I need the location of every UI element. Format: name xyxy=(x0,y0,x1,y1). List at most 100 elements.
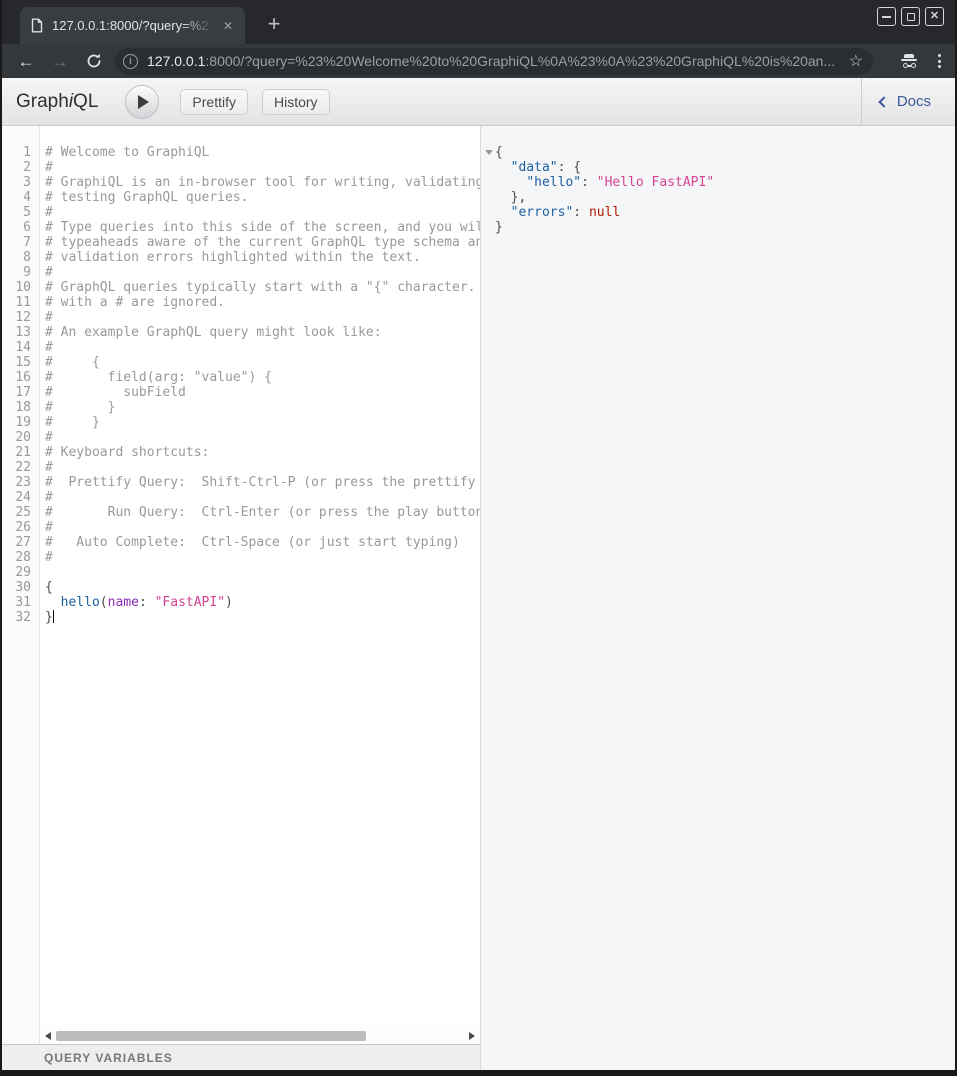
editor-line: # xyxy=(45,310,480,325)
editor-line: { xyxy=(45,580,480,595)
editor-line: # xyxy=(45,520,480,535)
tab-title: 127.0.0.1:8000/?query=%2 xyxy=(52,18,219,33)
line-number: 29 xyxy=(2,565,31,580)
line-number: 25 xyxy=(2,505,31,520)
editor-line: # validation errors highlighted within t… xyxy=(45,250,480,265)
line-number: 17 xyxy=(2,385,31,400)
editor-line: # GraphiQL is an in-browser tool for wri… xyxy=(45,175,480,190)
prettify-button[interactable]: Prettify xyxy=(180,89,248,115)
line-number: 10 xyxy=(2,280,31,295)
docs-button[interactable]: Docs xyxy=(861,78,955,125)
line-number: 27 xyxy=(2,535,31,550)
graphiql-toolbar: GraphiQL Prettify History Docs xyxy=(2,78,955,126)
line-number: 4 xyxy=(2,190,31,205)
line-number: 24 xyxy=(2,490,31,505)
browser-tab[interactable]: 127.0.0.1:8000/?query=%2 ✕ xyxy=(20,7,245,44)
menu-button[interactable] xyxy=(936,52,943,70)
horizontal-scrollbar[interactable] xyxy=(41,1028,479,1044)
editor-line: # xyxy=(45,490,480,505)
line-number: 15 xyxy=(2,355,31,370)
url-path: :8000/?query=%23%20Welcome%20to%20Graphi… xyxy=(205,53,835,69)
scroll-right-arrow-icon[interactable] xyxy=(469,1032,475,1040)
browser-navbar: ← → i 127.0.0.1:8000/?query=%23%20Welcom… xyxy=(2,44,955,78)
incognito-icon xyxy=(899,54,919,69)
forward-button[interactable]: → xyxy=(51,52,69,70)
result-line: }, xyxy=(495,190,955,205)
line-number: 16 xyxy=(2,370,31,385)
editor-line: # Prettify Query: Shift-Ctrl-P (or press… xyxy=(45,475,480,490)
address-bar[interactable]: i 127.0.0.1:8000/?query=%23%20Welcome%20… xyxy=(115,48,873,75)
editor-line: # xyxy=(45,430,480,445)
result-line: "data": { xyxy=(495,160,955,175)
line-number: 7 xyxy=(2,235,31,250)
line-number: 28 xyxy=(2,550,31,565)
line-number: 32 xyxy=(2,610,31,625)
editor-line: # testing GraphQL queries. xyxy=(45,190,480,205)
main-area: 1234567891011121314151617181920212223242… xyxy=(2,126,955,1070)
close-icon: ✕ xyxy=(930,11,939,22)
editor-line xyxy=(45,565,480,580)
editor-line: # subField xyxy=(45,385,480,400)
editor-line: # field(arg: "value") { xyxy=(45,370,480,385)
result-line: "hello": "Hello FastAPI" xyxy=(495,175,955,190)
line-number: 3 xyxy=(2,175,31,190)
close-button[interactable]: ✕ xyxy=(925,7,944,26)
maximize-icon xyxy=(907,13,915,21)
new-tab-button[interactable]: + xyxy=(259,9,289,39)
editor-line: # { xyxy=(45,355,480,370)
line-number: 21 xyxy=(2,445,31,460)
tab-strip: 127.0.0.1:8000/?query=%2 ✕ + ✕ xyxy=(2,0,955,44)
editor-line: # typeaheads aware of the current GraphQ… xyxy=(45,235,480,250)
line-number: 22 xyxy=(2,460,31,475)
page-favicon-icon xyxy=(31,18,43,33)
editor-line: # xyxy=(45,265,480,280)
scroll-left-arrow-icon[interactable] xyxy=(45,1032,51,1040)
reload-button[interactable] xyxy=(85,52,103,70)
line-gutter: 1234567891011121314151617181920212223242… xyxy=(2,126,40,1044)
minimize-button[interactable] xyxy=(877,7,896,26)
editor-line: # Keyboard shortcuts: xyxy=(45,445,480,460)
line-number: 2 xyxy=(2,160,31,175)
back-button[interactable]: ← xyxy=(17,52,35,70)
result-line: } xyxy=(495,220,955,235)
editor-line: # Auto Complete: Ctrl-Space (or just sta… xyxy=(45,535,480,550)
chevron-left-icon xyxy=(878,96,889,107)
history-button[interactable]: History xyxy=(262,89,330,115)
info-icon[interactable]: i xyxy=(123,54,138,69)
result-line: "errors": null xyxy=(495,205,955,220)
maximize-button[interactable] xyxy=(901,7,920,26)
play-icon xyxy=(138,95,149,109)
line-number: 9 xyxy=(2,265,31,280)
line-number: 14 xyxy=(2,340,31,355)
line-number: 20 xyxy=(2,430,31,445)
result-viewer: { "data": { "hello": "Hello FastAPI" }, … xyxy=(480,126,955,1070)
editor-line: # Type queries into this side of the scr… xyxy=(45,220,480,235)
fold-arrow-icon[interactable] xyxy=(485,150,493,155)
minimize-icon xyxy=(882,16,891,18)
editor-line: # xyxy=(45,205,480,220)
line-number: 31 xyxy=(2,595,31,610)
line-number: 23 xyxy=(2,475,31,490)
bookmark-star-icon[interactable]: ☆ xyxy=(849,51,863,71)
line-number: 12 xyxy=(2,310,31,325)
line-number: 30 xyxy=(2,580,31,595)
query-variables-bar[interactable]: QUERY VARIABLES xyxy=(2,1044,480,1070)
line-number: 26 xyxy=(2,520,31,535)
execute-query-button[interactable] xyxy=(125,85,159,119)
editor-line: # xyxy=(45,340,480,355)
query-editor-pane: 1234567891011121314151617181920212223242… xyxy=(2,126,480,1070)
line-number: 6 xyxy=(2,220,31,235)
query-editor[interactable]: 1234567891011121314151617181920212223242… xyxy=(2,126,480,1044)
scrollbar-thumb[interactable] xyxy=(56,1031,366,1041)
editor-line: # GraphQL queries typically start with a… xyxy=(45,280,480,295)
editor-line: # xyxy=(45,550,480,565)
editor-code: # Welcome to GraphiQL## GraphiQL is an i… xyxy=(41,126,480,625)
result-line: { xyxy=(495,145,955,160)
editor-line: # xyxy=(45,160,480,175)
line-number: 1 xyxy=(2,145,31,160)
text-cursor xyxy=(53,610,54,623)
query-variables-title: QUERY VARIABLES xyxy=(44,1051,173,1065)
docs-label: Docs xyxy=(897,93,931,110)
reload-icon xyxy=(85,52,103,70)
tab-close-icon[interactable]: ✕ xyxy=(219,17,237,35)
